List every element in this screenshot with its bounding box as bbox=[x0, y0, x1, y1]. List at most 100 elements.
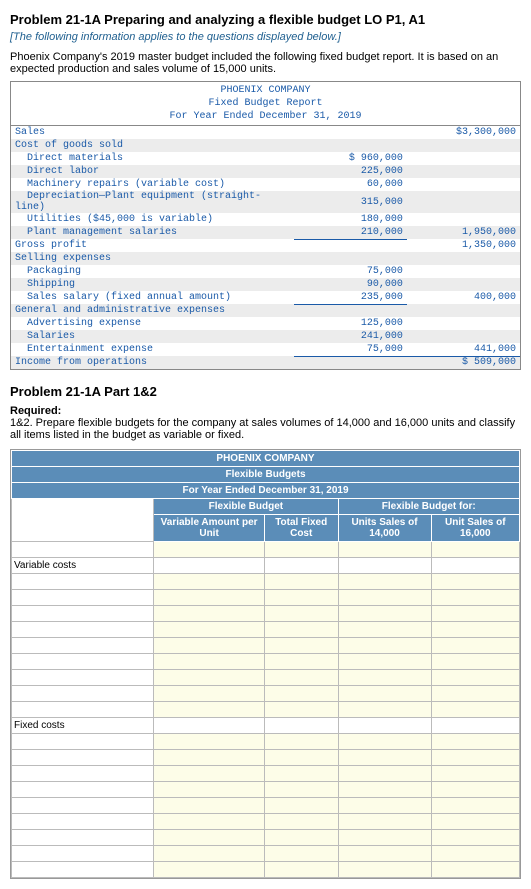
flex-cell[interactable] bbox=[154, 782, 265, 798]
flex-cell[interactable] bbox=[264, 830, 338, 846]
flex-cell[interactable] bbox=[154, 702, 265, 718]
flex-cell[interactable] bbox=[154, 734, 265, 750]
flex-cell[interactable] bbox=[431, 670, 519, 686]
flex-row-label[interactable] bbox=[12, 734, 154, 750]
flex-cell[interactable] bbox=[338, 702, 431, 718]
report-row-col2 bbox=[407, 278, 520, 291]
flex-cell[interactable] bbox=[338, 782, 431, 798]
flex-cell[interactable] bbox=[431, 734, 519, 750]
flex-row-label[interactable] bbox=[12, 622, 154, 638]
flex-cell[interactable] bbox=[431, 798, 519, 814]
flex-cell[interactable] bbox=[154, 638, 265, 654]
flex-row-label[interactable] bbox=[12, 766, 154, 782]
flex-cell[interactable] bbox=[264, 638, 338, 654]
flex-cell[interactable] bbox=[154, 766, 265, 782]
flex-cell[interactable] bbox=[154, 542, 265, 558]
flex-cell[interactable] bbox=[431, 766, 519, 782]
flex-cell[interactable] bbox=[338, 574, 431, 590]
flex-cell[interactable] bbox=[154, 606, 265, 622]
flex-cell[interactable] bbox=[431, 638, 519, 654]
flex-cell[interactable] bbox=[431, 590, 519, 606]
flex-cell[interactable] bbox=[338, 862, 431, 878]
flex-cell[interactable] bbox=[264, 798, 338, 814]
flex-row-label[interactable] bbox=[12, 782, 154, 798]
flex-cell[interactable] bbox=[338, 606, 431, 622]
flex-cell[interactable] bbox=[264, 734, 338, 750]
flex-cell[interactable] bbox=[264, 702, 338, 718]
flex-cell[interactable] bbox=[431, 702, 519, 718]
flex-row-label[interactable] bbox=[12, 686, 154, 702]
flex-cell[interactable] bbox=[264, 590, 338, 606]
flex-cell[interactable] bbox=[264, 686, 338, 702]
flex-cell[interactable] bbox=[338, 766, 431, 782]
flex-cell[interactable] bbox=[264, 814, 338, 830]
flex-cell[interactable] bbox=[264, 670, 338, 686]
flex-cell[interactable] bbox=[431, 606, 519, 622]
flex-cell[interactable] bbox=[431, 830, 519, 846]
flex-row-label[interactable] bbox=[12, 798, 154, 814]
flex-cell[interactable] bbox=[431, 782, 519, 798]
flex-cell[interactable] bbox=[264, 782, 338, 798]
flex-row-label[interactable] bbox=[12, 590, 154, 606]
flex-cell[interactable] bbox=[154, 846, 265, 862]
report-row-label: Direct materials bbox=[11, 152, 294, 165]
flex-cell[interactable] bbox=[338, 686, 431, 702]
flex-cell[interactable] bbox=[264, 766, 338, 782]
flex-row-label[interactable] bbox=[12, 654, 154, 670]
flex-cell[interactable] bbox=[154, 574, 265, 590]
flex-cell[interactable] bbox=[338, 830, 431, 846]
flex-row-label[interactable] bbox=[12, 606, 154, 622]
flex-cell[interactable] bbox=[431, 654, 519, 670]
flex-cell[interactable] bbox=[154, 798, 265, 814]
flex-cell[interactable] bbox=[338, 622, 431, 638]
flex-row-label[interactable] bbox=[12, 814, 154, 830]
flex-cell[interactable] bbox=[431, 814, 519, 830]
report-row-col1: 180,000 bbox=[294, 213, 407, 226]
flex-cell[interactable] bbox=[431, 862, 519, 878]
flex-cell[interactable] bbox=[154, 862, 265, 878]
flex-row-label[interactable] bbox=[12, 846, 154, 862]
flex-cell[interactable] bbox=[264, 750, 338, 766]
flex-cell[interactable] bbox=[264, 846, 338, 862]
flex-cell[interactable] bbox=[431, 542, 519, 558]
flex-cell[interactable] bbox=[431, 686, 519, 702]
flex-cell[interactable] bbox=[431, 750, 519, 766]
flex-cell[interactable] bbox=[338, 654, 431, 670]
flex-cell[interactable] bbox=[338, 670, 431, 686]
flex-cell[interactable] bbox=[431, 622, 519, 638]
flex-cell[interactable] bbox=[154, 686, 265, 702]
report-row-col2 bbox=[407, 304, 520, 317]
flex-cell[interactable] bbox=[264, 654, 338, 670]
flex-cell[interactable] bbox=[431, 574, 519, 590]
flex-row-label[interactable] bbox=[12, 750, 154, 766]
flex-row-label[interactable] bbox=[12, 542, 154, 558]
flex-cell[interactable] bbox=[338, 814, 431, 830]
flex-cell[interactable] bbox=[154, 622, 265, 638]
flex-cell[interactable] bbox=[338, 846, 431, 862]
flex-cell[interactable] bbox=[154, 654, 265, 670]
flex-cell[interactable] bbox=[338, 638, 431, 654]
flex-cell[interactable] bbox=[338, 734, 431, 750]
flex-cell[interactable] bbox=[154, 590, 265, 606]
flex-cell[interactable] bbox=[154, 750, 265, 766]
flex-cell[interactable] bbox=[154, 830, 265, 846]
flex-cell[interactable] bbox=[338, 750, 431, 766]
flex-row-label[interactable] bbox=[12, 638, 154, 654]
flex-cell[interactable] bbox=[264, 542, 338, 558]
flex-cell[interactable] bbox=[264, 574, 338, 590]
flex-cell[interactable] bbox=[264, 622, 338, 638]
flex-cell[interactable] bbox=[264, 862, 338, 878]
flex-cell[interactable] bbox=[154, 670, 265, 686]
flex-row-label[interactable] bbox=[12, 574, 154, 590]
flex-row-label[interactable] bbox=[12, 830, 154, 846]
flex-row-label[interactable] bbox=[12, 670, 154, 686]
flex-cell[interactable] bbox=[264, 606, 338, 622]
flex-cell[interactable] bbox=[154, 814, 265, 830]
flex-cell[interactable] bbox=[338, 798, 431, 814]
flex-cell[interactable] bbox=[338, 590, 431, 606]
report-row-col2: $3,300,000 bbox=[407, 126, 520, 139]
flex-cell[interactable] bbox=[431, 846, 519, 862]
flex-row-label[interactable] bbox=[12, 862, 154, 878]
flex-cell[interactable] bbox=[338, 542, 431, 558]
flex-row-label[interactable] bbox=[12, 702, 154, 718]
